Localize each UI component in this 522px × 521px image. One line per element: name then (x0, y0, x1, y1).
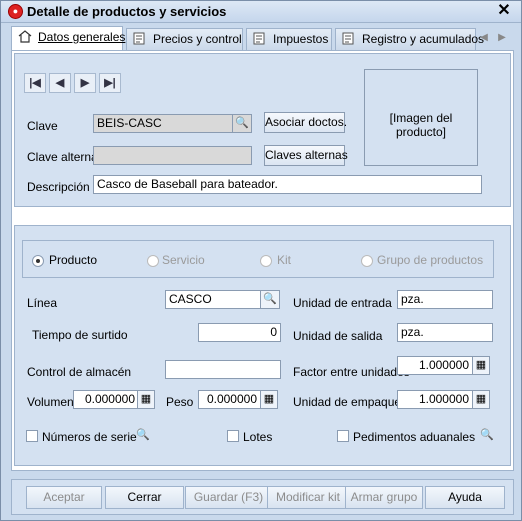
clave-alterna-label: Clave alterna (27, 150, 98, 164)
producto-label: Producto (49, 253, 98, 267)
peso-label: Peso (166, 395, 194, 409)
asociar-doctos-button[interactable]: Asociar doctos. (264, 112, 347, 133)
claves-alternas-button[interactable]: Claves alternas (264, 145, 348, 166)
factor-unidades-field[interactable]: 1.000000 (397, 356, 473, 375)
close-button[interactable]: ✕ (495, 2, 513, 20)
calculator-empaque-icon[interactable]: ▦ (472, 390, 490, 409)
radio-grupo-productos[interactable] (361, 255, 373, 267)
product-type-group: Producto Servicio Kit Grupo de productos (22, 240, 494, 278)
tiempo-surtido-field[interactable]: 0 (198, 323, 281, 342)
aceptar-button[interactable]: Aceptar (26, 486, 102, 509)
numeros-serie-search-icon[interactable]: 🔍 (133, 427, 153, 446)
unidad-empaque-label: Unidad de empaque (293, 395, 402, 409)
tab-precios-control[interactable]: Precios y control (126, 28, 243, 50)
unidad-entrada-field[interactable]: pza. (397, 290, 493, 309)
footer-button-bar: Aceptar Cerrar Guardar (F3) Modificar ki… (11, 479, 514, 515)
unidad-salida-label: Unidad de salida (293, 329, 383, 343)
tab-scroll-right-icon[interactable]: ▶ (495, 28, 509, 48)
lotes-checkbox[interactable] (227, 430, 239, 442)
numeros-serie-label: Números de serie (42, 430, 137, 444)
volumen-label: Volumen (27, 395, 74, 409)
pedimentos-label: Pedimentos aduanales (353, 430, 476, 444)
tab-registro-acumulados[interactable]: Registro y acumulados (335, 28, 484, 50)
calculator-factor-icon[interactable]: ▦ (472, 356, 490, 375)
kit-label: Kit (277, 253, 292, 267)
lotes-label: Lotes (243, 430, 273, 444)
pedimentos-checkbox[interactable] (337, 430, 349, 442)
ayuda-button[interactable]: Ayuda (425, 486, 505, 509)
tab-impuestos[interactable]: Impuestos (246, 28, 332, 50)
search-linea-icon[interactable]: 🔍 (260, 290, 280, 309)
radio-producto[interactable] (32, 255, 44, 267)
tab-label: Impuestos (273, 32, 329, 46)
tab-label: Precios y control (153, 32, 242, 46)
calculator-volumen-icon[interactable]: ▦ (137, 390, 155, 409)
first-record-button[interactable]: |◀ (24, 73, 46, 93)
modificar-kit-button[interactable]: Modificar kit (267, 486, 349, 509)
unidad-empaque-field[interactable]: 1.000000 (397, 390, 473, 409)
tab-datos-generales[interactable]: Datos generales (11, 26, 126, 50)
calculator-peso-icon[interactable]: ▦ (260, 390, 278, 409)
clave-label: Clave (27, 119, 58, 133)
last-record-button[interactable]: ▶| (99, 73, 121, 93)
unidad-salida-field[interactable]: pza. (397, 323, 493, 342)
clave-field[interactable]: BEIS-CASC (93, 114, 252, 133)
tab-label: Registro y acumulados (362, 32, 485, 46)
peso-field[interactable]: 0.000000 (198, 390, 261, 409)
product-image[interactable]: [Imagen del producto] (364, 69, 478, 166)
guardar-button[interactable]: Guardar (F3) (185, 486, 272, 509)
pedimentos-search-icon[interactable]: 🔍 (477, 427, 497, 446)
next-record-button[interactable]: ▶ (74, 73, 96, 93)
search-clave-icon[interactable]: 🔍 (232, 114, 252, 133)
linea-label: Línea (27, 296, 58, 310)
cerrar-button[interactable]: Cerrar (105, 486, 184, 509)
factor-unidades-label: Factor entre unidades (293, 365, 410, 379)
clave-alterna-field[interactable] (93, 146, 252, 165)
numeros-serie-checkbox[interactable] (26, 430, 38, 442)
armar-grupo-button[interactable]: Armar grupo (345, 486, 423, 509)
grupo-productos-label: Grupo de productos (377, 253, 484, 267)
tab-strip: Datos generales Precios y control Impues… (11, 26, 517, 50)
app-logo-icon: ● (8, 4, 23, 19)
control-almacen-label: Control de almacén (27, 365, 132, 379)
window-title: Detalle de productos y servicios (27, 4, 227, 19)
servicio-label: Servicio (162, 253, 205, 267)
control-almacen-field[interactable] (165, 360, 281, 379)
prev-record-button[interactable]: ◀ (49, 73, 71, 93)
prices-icon (133, 32, 145, 45)
tab-scroll-left-icon[interactable]: ◀ (477, 28, 491, 48)
radio-servicio[interactable] (147, 255, 159, 267)
tab-label: Datos generales (38, 30, 126, 44)
unidad-entrada-label: Unidad de entrada (293, 296, 392, 310)
product-image-label: [Imagen del producto] (389, 111, 453, 139)
descripcion-label: Descripción (27, 180, 90, 194)
taxes-icon (253, 32, 265, 45)
product-detail-window: ● Detalle de productos y servicios ✕ Dat… (0, 0, 522, 521)
tiempo-surtido-label: Tiempo de surtido (32, 328, 128, 342)
volumen-field[interactable]: 0.000000 (73, 390, 139, 409)
home-icon (18, 30, 32, 43)
records-icon (342, 32, 354, 45)
title-bar: ● Detalle de productos y servicios ✕ (1, 1, 521, 23)
radio-kit[interactable] (260, 255, 272, 267)
descripcion-field[interactable]: Casco de Baseball para bateador. (93, 175, 482, 194)
